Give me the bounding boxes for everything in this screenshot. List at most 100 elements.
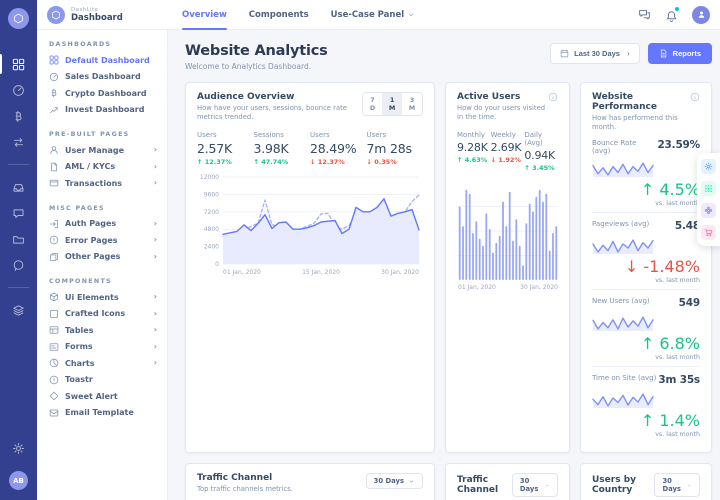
card-subtitle: Top traffic channels metrics.: [197, 485, 293, 494]
sidebar-item-label: Charts: [65, 359, 95, 368]
metric-note: vs. last month: [641, 431, 700, 438]
range-1m-button[interactable]: 1 M: [382, 93, 402, 115]
sidebar-item-default-dashboard[interactable]: Default Dashboard: [37, 52, 167, 69]
flower-icon: [704, 206, 713, 215]
sidebar-item-toastr[interactable]: Toastr: [37, 372, 167, 389]
rail-item-dashboards[interactable]: [0, 51, 37, 77]
header-tabs: Overview Components Use-Case Panel: [182, 0, 415, 29]
range-select[interactable]: 30 Days: [654, 473, 700, 497]
sidebar-item-user-manage[interactable]: User Manage›: [37, 142, 167, 159]
chevron-right-icon: ›: [154, 179, 157, 187]
sidebar-item-tables[interactable]: Tables›: [37, 322, 167, 339]
sidebar-item-label: AML / KYCs: [65, 162, 115, 171]
sidebar-item-invest-dashboard[interactable]: Invest Dashboard: [37, 102, 167, 119]
tab-components[interactable]: Components: [249, 0, 309, 29]
range-select[interactable]: 30 Days: [512, 473, 558, 497]
bell-icon: [665, 10, 678, 23]
stat-value: 3.98K: [254, 141, 311, 156]
brand-block[interactable]: DashLite Dashboard: [37, 6, 168, 24]
range-select[interactable]: 30 Days: [366, 473, 423, 489]
info-icon[interactable]: [690, 92, 700, 102]
rail-item-sales[interactable]: [0, 77, 37, 103]
user-icon: [49, 145, 59, 155]
sidebar-item-label: Email Template: [65, 408, 134, 417]
sidebar-item-sales-dashboard[interactable]: Sales Dashboard: [37, 69, 167, 86]
rail-divider: [8, 164, 29, 165]
chevron-right-icon: ›: [154, 236, 157, 244]
range-value: 30 Days: [374, 477, 404, 485]
sidebar-item-label: Crafted Icons: [65, 309, 125, 318]
users-by-country-card: Users by Country 30 Days: [580, 463, 712, 500]
info-icon[interactable]: [548, 92, 558, 102]
rail-item-inbox[interactable]: [0, 174, 37, 200]
rail-avatar[interactable]: AB: [9, 471, 28, 490]
sidebar-item-transactions[interactable]: Transactions›: [37, 175, 167, 192]
rail-item-support[interactable]: [0, 252, 37, 278]
chevron-down-icon: [545, 482, 550, 489]
apps-grid-button[interactable]: [701, 181, 716, 196]
app-logo[interactable]: [8, 8, 29, 29]
reports-button[interactable]: Reports: [648, 43, 712, 64]
svg-text:01 Jan, 2020: 01 Jan, 2020: [223, 269, 261, 276]
chevron-down-icon: [408, 478, 415, 485]
sidebar-item-label: Invest Dashboard: [65, 105, 144, 114]
metric-delta: 6.8%: [641, 334, 700, 353]
traffic-channel-table-card: Traffic Channel Top traffic channels met…: [185, 463, 435, 500]
sidebar-item-label: Crypto Dashboard: [65, 89, 147, 98]
sidebar-item-ui-elements[interactable]: Ui Elements›: [37, 289, 167, 306]
sidebar-item-sweet-alert[interactable]: Sweet Alert: [37, 388, 167, 405]
svg-text:7200: 7200: [204, 209, 219, 216]
rail-item-layers[interactable]: [0, 297, 37, 323]
stat-label: Weekly: [491, 131, 525, 139]
rail-item-crypto[interactable]: [0, 103, 37, 129]
metric-label: New Users (avg): [592, 297, 657, 309]
metric-delta: -1.48%: [625, 257, 700, 276]
date-range-button[interactable]: Last 30 Days›: [550, 43, 640, 64]
sidebar-item-forms[interactable]: Forms›: [37, 339, 167, 356]
sidebar-item-auth-pages[interactable]: Auth Pages›: [37, 216, 167, 233]
stat-weekly: Weekly 2.69K 1.92%: [491, 131, 525, 172]
rail-item-settings[interactable]: [0, 435, 37, 461]
sidebar-item-email-template[interactable]: Email Template: [37, 405, 167, 422]
sidebar-item-crypto-dashboard[interactable]: Crypto Dashboard: [37, 85, 167, 102]
tab-use-case-panel[interactable]: Use-Case Panel: [331, 0, 415, 29]
table-icon: [49, 325, 59, 335]
sidebar-item-crafted-icons[interactable]: Crafted Icons›: [37, 306, 167, 323]
notifications-button[interactable]: [665, 8, 678, 21]
audience-line-chart: 024004800720096001200001 Jan, 202015 Jan…: [197, 174, 423, 277]
tab-overview[interactable]: Overview: [182, 0, 227, 29]
rail-item-chat[interactable]: [0, 200, 37, 226]
sidebar-item-label: User Manage: [65, 146, 124, 155]
rail-item-files[interactable]: [0, 226, 37, 252]
reports-label: Reports: [673, 49, 701, 58]
active-users-card: Active Users How do your users visited i…: [445, 82, 570, 453]
pageviews-sparkline: [592, 235, 654, 255]
sidebar-item-label: Sales Dashboard: [65, 72, 141, 81]
sidebar-item-aml-kycs[interactable]: AML / KYCs›: [37, 159, 167, 176]
purchase-button[interactable]: [701, 225, 716, 240]
messages-icon[interactable]: [638, 8, 651, 21]
stat-daily: Daily (Avg) 0.94K 3.45%: [524, 131, 558, 172]
stat-value: 7m 28s: [367, 141, 424, 156]
range-3m-button[interactable]: 3 M: [402, 93, 422, 115]
sidebar-item-charts[interactable]: Charts›: [37, 355, 167, 372]
card-icon: [49, 178, 59, 188]
stat-value: 2.57K: [197, 141, 254, 156]
box-icon: [49, 292, 59, 302]
sidebar-item-label: Default Dashboard: [65, 56, 150, 65]
range-value: 30 Days: [662, 477, 683, 493]
range-7d-button[interactable]: 7 D: [363, 93, 382, 115]
sidebar-item-other-pages[interactable]: Other Pages›: [37, 249, 167, 266]
card-title: Traffic Channel: [197, 473, 293, 483]
user-avatar[interactable]: [692, 6, 710, 24]
alert-circle-icon: [49, 235, 59, 245]
bounce-sparkline: [592, 158, 654, 178]
customize-button[interactable]: [701, 203, 716, 218]
card-title: Active Users: [457, 92, 548, 102]
rail-item-exchange[interactable]: [0, 129, 37, 155]
traffic-channel-donut-card: Traffic Channel 30 Days Organic Search 4…: [445, 463, 570, 500]
gear-icon: [704, 162, 713, 171]
card-subtitle: How do your users visited in the time.: [457, 104, 548, 122]
theme-settings-button[interactable]: [701, 159, 716, 174]
sidebar-item-error-pages[interactable]: Error Pages›: [37, 232, 167, 249]
